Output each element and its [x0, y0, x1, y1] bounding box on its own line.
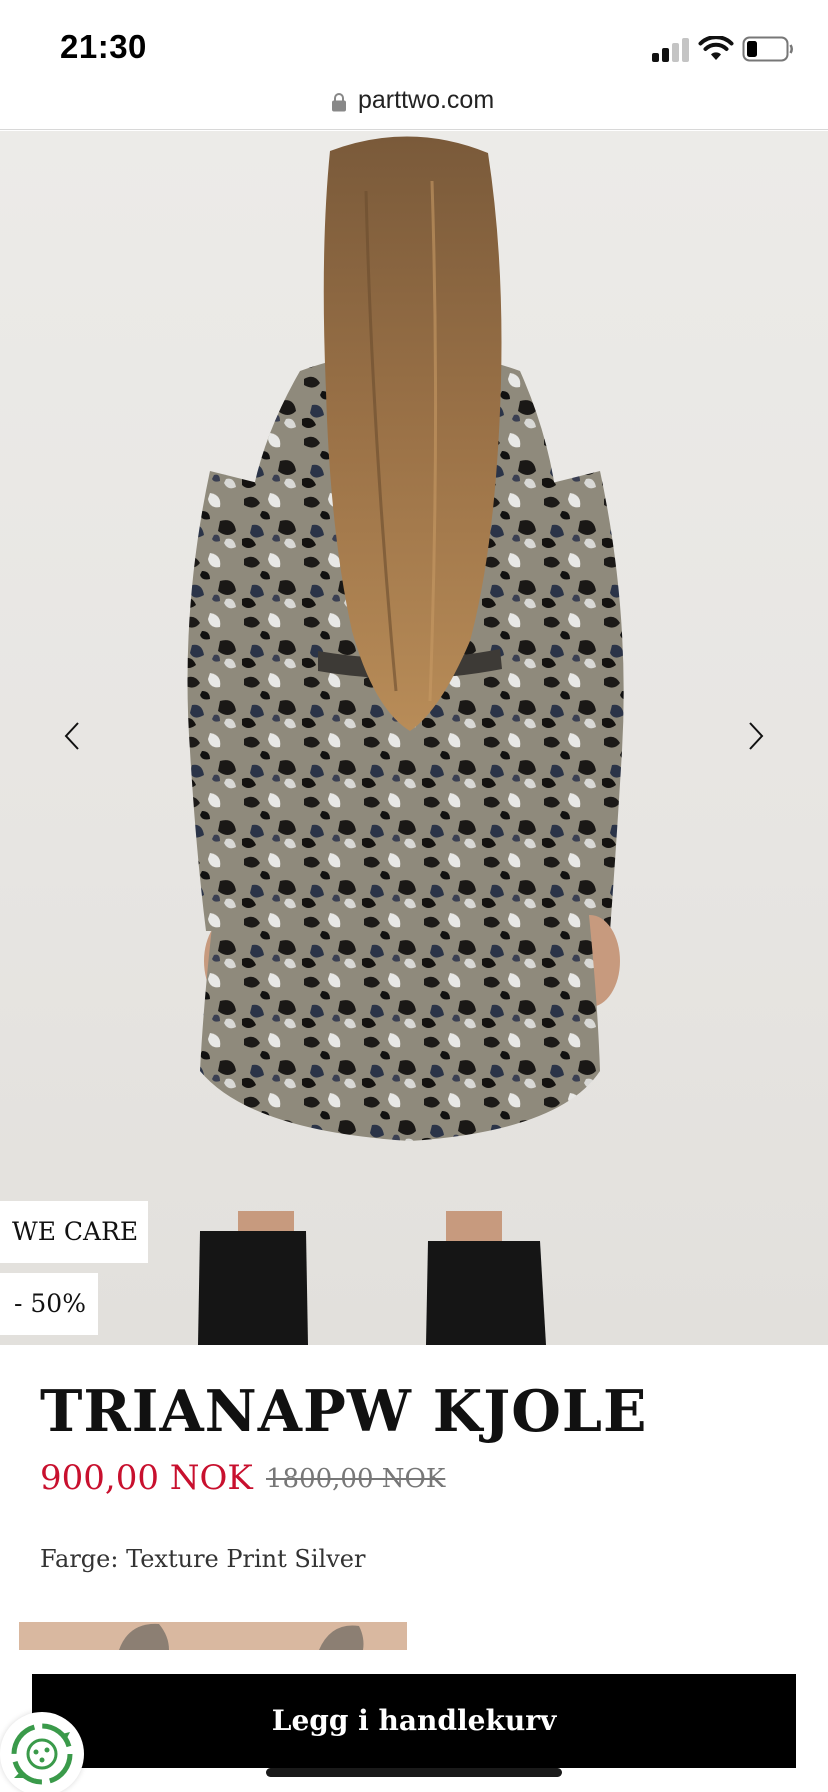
status-time: 21:30	[60, 28, 147, 65]
chevron-right-icon[interactable]	[736, 711, 776, 761]
product-image-gallery[interactable]	[0, 131, 828, 1345]
product-title: TRIANAPW KJOLE	[40, 1378, 648, 1445]
color-label: Farge: Texture Print Silver	[40, 1545, 366, 1573]
lock-icon	[332, 93, 346, 112]
battery-icon	[742, 36, 793, 62]
recycle-icon[interactable]	[0, 1712, 84, 1792]
home-indicator[interactable]	[266, 1768, 562, 1777]
discount-badge: - 50%	[0, 1273, 98, 1335]
we-care-badge: WE CARE	[0, 1201, 148, 1263]
wifi-icon	[698, 36, 734, 60]
url-text[interactable]: parttwo.com	[358, 86, 494, 115]
original-price: 1800,00 NOK	[266, 1464, 446, 1494]
color-swatch-thumbnail[interactable]	[19, 1622, 407, 1650]
sale-price: 900,00 NOK	[40, 1458, 253, 1498]
product-photo	[187, 136, 624, 1345]
add-to-cart-button[interactable]: Legg i handlekurv	[32, 1674, 796, 1768]
chevron-left-icon[interactable]	[52, 711, 92, 761]
cellular-signal-icon	[652, 38, 690, 62]
status-bar: 21:30	[0, 0, 828, 82]
address-bar[interactable]: parttwo.com	[0, 82, 828, 130]
